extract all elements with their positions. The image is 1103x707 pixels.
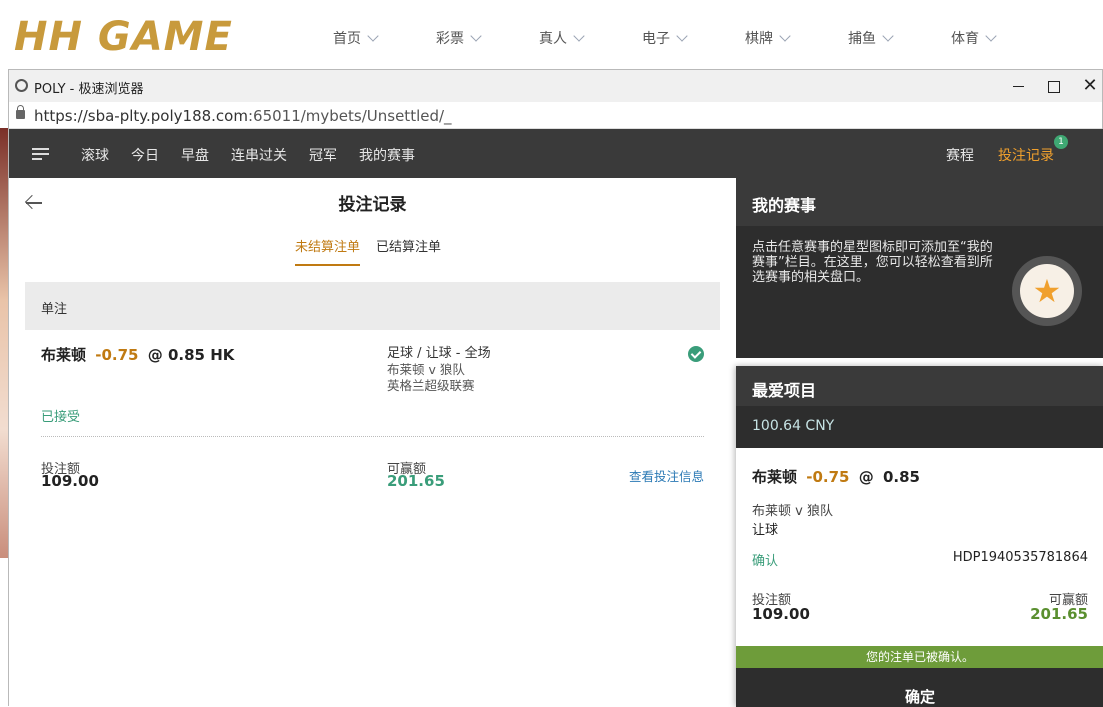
view-bet-details-link[interactable]: 查看投注信息 [629, 466, 704, 485]
site-nav-item-cards[interactable]: 棋牌 [745, 28, 848, 48]
page-title: 投注记录 [338, 195, 407, 215]
site-nav-item-sports[interactable]: 体育 [951, 28, 1054, 48]
topnav-item-early[interactable]: 早盘 [181, 145, 209, 165]
site-nav: 首页 彩票 真人 电子 棋牌 捕鱼 体育 [333, 28, 1054, 48]
slip-team: 布莱顿 [752, 468, 798, 486]
slip-title: 最爱项目 [736, 366, 1103, 406]
favorite-star-button[interactable]: ★ [1012, 256, 1082, 326]
chevron-down-icon [470, 29, 482, 42]
tab-settled[interactable]: 已结算注单 [376, 236, 441, 266]
chevron-down-icon [779, 29, 791, 42]
slip-ok-button[interactable]: 确定 [736, 668, 1103, 707]
site-nav-label: 捕鱼 [848, 31, 876, 47]
star-icon: ★ [1020, 264, 1074, 318]
minimize-button[interactable] [1009, 76, 1029, 96]
url-host: https://sba-plty.poly188.com [34, 107, 248, 125]
site-header: HH GAME 首页 彩票 真人 电子 棋牌 捕鱼 体育 [0, 0, 1103, 70]
sportsbook-topnav: 滚球 今日 早盘 连串过关 冠军 我的赛事 赛程 投注记录 1 [9, 129, 1103, 178]
close-button[interactable]: ✕ [1080, 76, 1100, 96]
slip-status-banner: 您的注单已被确认。 [736, 646, 1103, 668]
site-nav-item-home[interactable]: 首页 [333, 28, 436, 48]
address-bar[interactable]: https://sba-plty.poly188.com:65011/mybet… [9, 102, 1102, 129]
slip-reference: HDP1940535781864 [952, 550, 1088, 565]
bet-records-label: 投注记录 [998, 148, 1054, 164]
bet-at: @ [147, 346, 163, 364]
slip-confirm-label: 确认 [752, 554, 779, 569]
chevron-down-icon [882, 29, 894, 42]
win-value: 201.65 [387, 472, 445, 490]
divider [41, 436, 704, 437]
site-nav-label: 首页 [333, 31, 361, 47]
bet-slip-popup: 最爱项目 100.64 CNY 布莱顿 -0.75 @ 0.85 布莱顿 v 狼… [736, 366, 1103, 707]
topnav-schedule[interactable]: 赛程 [946, 145, 974, 165]
my-events-panel: 我的赛事 点击任意赛事的星型图标即可添加至“我的赛事”栏目。在这里，您可以轻松查… [736, 178, 1103, 358]
site-nav-label: 棋牌 [745, 31, 773, 47]
topnav-item-my-events[interactable]: 我的赛事 [359, 145, 415, 165]
bet-odds: 0.85 HK [167, 346, 235, 364]
my-events-text: 点击任意赛事的星型图标即可添加至“我的赛事”栏目。在这里，您可以轻松查看到所选赛… [752, 240, 993, 285]
site-nav-label: 真人 [539, 31, 567, 47]
topnav-item-inplay[interactable]: 滚球 [81, 145, 109, 165]
bet-market: 足球 / 让球 - 全场 [387, 346, 491, 361]
slip-balance: 100.64 CNY [736, 406, 1103, 448]
logo-text: HH GAME [14, 14, 233, 60]
my-events-title: 我的赛事 [736, 178, 1103, 226]
bet-records-panel: 投注记录 未结算注单 已结算注单 单注 布莱顿 -0.75 @ 0.85 HK … [25, 178, 720, 707]
bet-info: 足球 / 让球 - 全场 布莱顿 v 狼队 英格兰超级联赛 [387, 346, 491, 394]
chevron-down-icon [985, 29, 997, 42]
url-path: :65011/mybets/Unsettled/_ [247, 107, 452, 125]
topnav-items: 滚球 今日 早盘 连串过关 冠军 我的赛事 [81, 145, 437, 165]
chevron-down-icon [573, 29, 585, 42]
bet-selection: 布莱顿 -0.75 @ 0.85 HK [41, 344, 704, 365]
lock-icon [16, 105, 25, 119]
site-nav-label: 体育 [951, 31, 979, 47]
topnav-right: 赛程 投注记录 1 [922, 135, 1068, 165]
hamburger-menu-icon[interactable] [32, 148, 49, 160]
bet-league: 英格兰超级联赛 [387, 378, 475, 393]
bet-count-badge: 1 [1054, 135, 1068, 149]
topnav-item-parlay[interactable]: 连串过关 [231, 145, 287, 165]
url-text[interactable]: https://sba-plty.poly188.com:65011/mybet… [34, 107, 452, 125]
browser-window: POLY - 极速浏览器 ✕ https://sba-plty.poly188.… [8, 69, 1103, 707]
stake-value: 109.00 [41, 472, 99, 490]
slip-stake-value: 109.00 [752, 605, 810, 623]
maximize-button[interactable] [1044, 76, 1064, 96]
slip-handicap: -0.75 [806, 468, 850, 486]
topnav-item-today[interactable]: 今日 [131, 145, 159, 165]
slip-selection: 布莱顿 -0.75 @ 0.85 [752, 466, 1088, 487]
topnav-item-outright[interactable]: 冠军 [309, 145, 337, 165]
bet-record: 布莱顿 -0.75 @ 0.85 HK 足球 / 让球 - 全场 布莱顿 v 狼… [41, 344, 704, 490]
slip-body: 布莱顿 -0.75 @ 0.85 布莱顿 v 狼队 让球 确认 HDP19405… [752, 466, 1088, 623]
site-nav-item-live[interactable]: 真人 [539, 28, 642, 48]
records-tabs: 未结算注单 已结算注单 [295, 236, 457, 266]
check-icon [688, 346, 704, 362]
site-nav-item-lottery[interactable]: 彩票 [436, 28, 539, 48]
tab-unsettled[interactable]: 未结算注单 [295, 236, 361, 266]
site-nav-item-slots[interactable]: 电子 [642, 28, 745, 48]
slip-win-value: 201.65 [1030, 605, 1088, 623]
slip-match: 布莱顿 v 狼队 [752, 504, 833, 519]
topnav-bet-records[interactable]: 投注记录 1 [998, 135, 1068, 165]
globe-icon [15, 79, 28, 92]
site-nav-label: 彩票 [436, 31, 464, 47]
site-logo[interactable]: HH GAME [14, 6, 276, 66]
back-arrow-icon[interactable] [25, 194, 43, 212]
chevron-down-icon [367, 29, 379, 42]
window-titlebar: POLY - 极速浏览器 ✕ [9, 70, 1102, 102]
window-title: POLY - 极速浏览器 [34, 82, 144, 97]
site-nav-label: 电子 [642, 31, 670, 47]
bet-match: 布莱顿 v 狼队 [387, 362, 465, 377]
bet-team: 布莱顿 [41, 346, 87, 364]
section-single-bets: 单注 [25, 282, 720, 330]
slip-odds: 0.85 [882, 468, 920, 486]
bet-status: 已接受 [41, 410, 81, 425]
slip-market: 让球 [752, 523, 779, 538]
chevron-down-icon [676, 29, 688, 42]
site-nav-item-fishing[interactable]: 捕鱼 [848, 28, 951, 48]
slip-at: @ [858, 468, 874, 486]
sportsbook-app: 滚球 今日 早盘 连串过关 冠军 我的赛事 赛程 投注记录 1 投注记录 未结算注… [9, 129, 1103, 707]
bet-handicap: -0.75 [95, 346, 139, 364]
